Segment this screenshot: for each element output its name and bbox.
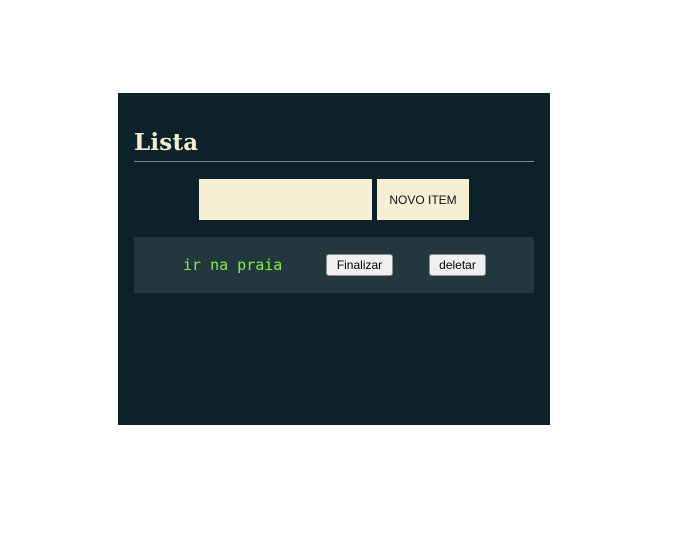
new-item-input[interactable] — [199, 179, 372, 220]
list-item-text: ir na praia — [183, 256, 283, 274]
finish-button[interactable]: Finalizar — [326, 254, 393, 276]
delete-button[interactable]: deletar — [429, 254, 486, 276]
new-item-button[interactable]: NOVO ITEM — [377, 179, 469, 220]
todo-panel: Lista NOVO ITEM ir na praia Finalizar de… — [118, 93, 550, 425]
title-divider — [134, 161, 534, 162]
list-item: ir na praia Finalizar deletar — [134, 237, 534, 293]
page-title: Lista — [134, 129, 199, 156]
